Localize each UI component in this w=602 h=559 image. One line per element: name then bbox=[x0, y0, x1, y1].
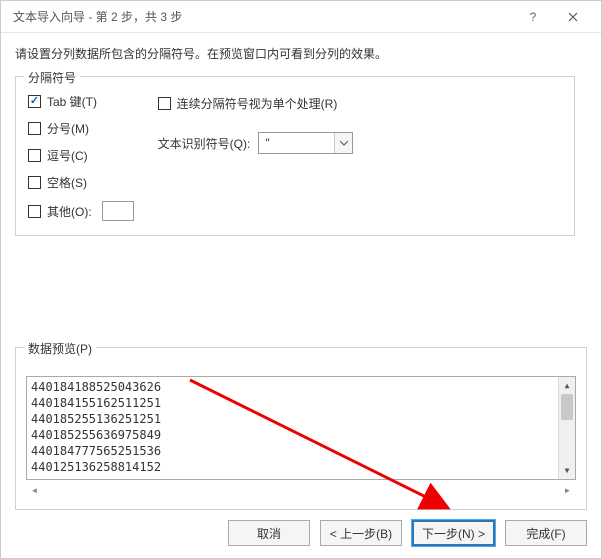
scroll-up-icon[interactable]: ▲ bbox=[559, 377, 575, 394]
delimiter-space-checkbox[interactable] bbox=[28, 176, 41, 189]
delimiter-comma-row[interactable]: 逗号(C) bbox=[28, 147, 134, 164]
delimiter-other-input[interactable] bbox=[102, 201, 134, 221]
delimiter-options: Tab 键(T) 分号(M) 逗号(C) 空格(S) 其他(O): bbox=[28, 91, 134, 221]
window-title: 文本导入向导 - 第 2 步，共 3 步 bbox=[13, 8, 513, 25]
delimiter-other-row[interactable]: 其他(O): bbox=[28, 201, 134, 221]
scroll-down-icon[interactable]: ▼ bbox=[559, 462, 575, 479]
next-button[interactable]: 下一步(N) > bbox=[412, 520, 495, 546]
delimiter-space-row[interactable]: 空格(S) bbox=[28, 174, 134, 191]
close-icon bbox=[568, 12, 578, 22]
scroll-right-icon[interactable]: ► bbox=[559, 482, 576, 499]
text-qualifier-label: 文本识别符号(Q): bbox=[158, 135, 251, 152]
delimiter-tab-row[interactable]: Tab 键(T) bbox=[28, 93, 134, 110]
back-button[interactable]: < 上一步(B) bbox=[320, 520, 402, 546]
preview-group-title: 数据预览(P) bbox=[24, 340, 96, 357]
consecutive-checkbox[interactable] bbox=[158, 97, 171, 110]
scroll-thumb[interactable] bbox=[561, 394, 573, 420]
help-button[interactable]: ? bbox=[513, 3, 553, 31]
scroll-left-icon[interactable]: ◄ bbox=[26, 482, 43, 499]
preview-hscroll[interactable]: ◄ ► bbox=[26, 482, 576, 499]
cancel-button[interactable]: 取消 bbox=[228, 520, 310, 546]
delimiter-group: 分隔符号 Tab 键(T) 分号(M) 逗号(C) 空格(S) bbox=[15, 76, 575, 236]
consecutive-label: 连续分隔符号视为单个处理(R) bbox=[177, 95, 338, 112]
delimiter-semicolon-checkbox[interactable] bbox=[28, 122, 41, 135]
delimiter-tab-checkbox[interactable] bbox=[28, 95, 41, 108]
text-qualifier-select[interactable]: " bbox=[258, 132, 353, 154]
preview-group: 数据预览(P) 440184188525043626 4401841551625… bbox=[15, 347, 587, 510]
text-qualifier-row: 文本识别符号(Q): " bbox=[158, 132, 354, 154]
delimiter-extras: 连续分隔符号视为单个处理(R) 文本识别符号(Q): " bbox=[158, 91, 354, 154]
titlebar: 文本导入向导 - 第 2 步，共 3 步 ? bbox=[1, 1, 601, 33]
content-area: 请设置分列数据所包含的分隔符号。在预览窗口内可看到分列的效果。 分隔符号 Tab… bbox=[1, 33, 601, 510]
hscroll-track[interactable] bbox=[43, 482, 559, 499]
delimiter-tab-label: Tab 键(T) bbox=[47, 93, 97, 110]
delimiter-comma-label: 逗号(C) bbox=[47, 147, 88, 164]
delimiter-semicolon-label: 分号(M) bbox=[47, 120, 89, 137]
delimiter-semicolon-row[interactable]: 分号(M) bbox=[28, 120, 134, 137]
close-button[interactable] bbox=[553, 3, 593, 31]
consecutive-row[interactable]: 连续分隔符号视为单个处理(R) bbox=[158, 95, 354, 112]
delimiter-space-label: 空格(S) bbox=[47, 174, 87, 191]
preview-vscroll[interactable]: ▲ ▼ bbox=[558, 377, 575, 479]
wizard-window: 文本导入向导 - 第 2 步，共 3 步 ? 请设置分列数据所包含的分隔符号。在… bbox=[0, 0, 602, 559]
delimiter-other-checkbox[interactable] bbox=[28, 205, 41, 218]
finish-button[interactable]: 完成(F) bbox=[505, 520, 587, 546]
footer-buttons: 取消 < 上一步(B) 下一步(N) > 完成(F) bbox=[1, 510, 601, 558]
delimiter-comma-checkbox[interactable] bbox=[28, 149, 41, 162]
delimiter-other-label: 其他(O): bbox=[47, 203, 92, 220]
preview-box: 440184188525043626 440184155162511251 44… bbox=[26, 376, 576, 480]
chevron-down-icon bbox=[334, 133, 352, 153]
text-qualifier-value: " bbox=[259, 136, 334, 150]
delimiter-group-title: 分隔符号 bbox=[24, 69, 80, 86]
preview-content: 440184188525043626 440184155162511251 44… bbox=[27, 377, 558, 479]
instruction-text: 请设置分列数据所包含的分隔符号。在预览窗口内可看到分列的效果。 bbox=[15, 45, 587, 62]
